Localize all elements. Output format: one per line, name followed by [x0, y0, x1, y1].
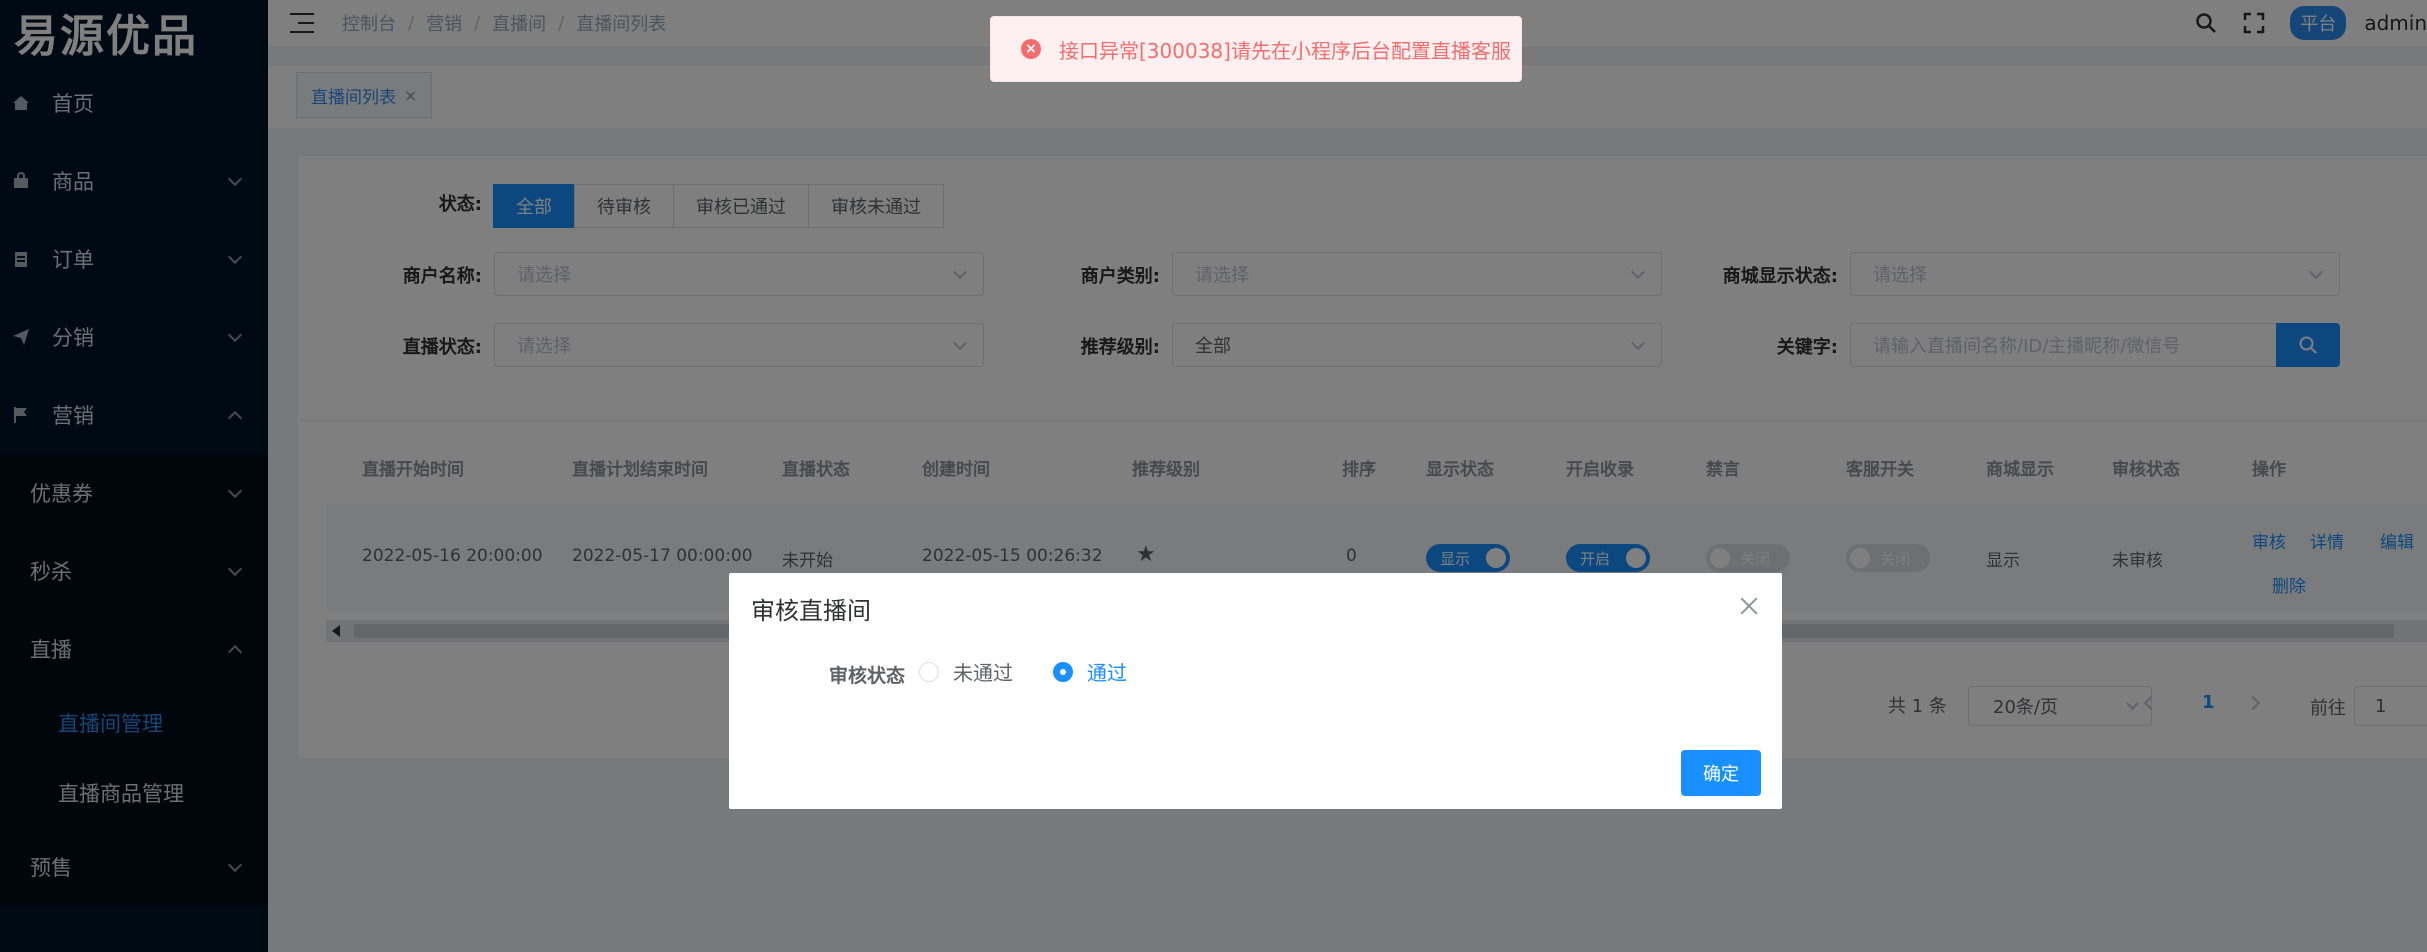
audit-status-label: 审核状态 [829, 665, 906, 687]
radio-label: 未通过 [953, 661, 1013, 685]
radio-label: 通过 [1087, 661, 1127, 685]
radio-circle [919, 661, 939, 682]
toast-message: 接口异常[300038]请先在小程序后台配置直播客服 [1059, 38, 1511, 63]
dialog-title: 审核直播间 [751, 597, 871, 625]
confirm-button[interactable]: 确定 [1681, 750, 1761, 796]
radio-approved[interactable]: 通过 [1053, 657, 1127, 686]
modal-overlay[interactable] [0, 0, 2427, 952]
error-icon: × [1021, 39, 1041, 59]
error-toast: × 接口异常[300038]请先在小程序后台配置直播客服 [990, 16, 1522, 82]
audit-dialog: 审核直播间 审核状态 未通过 通过 确定 [729, 573, 1782, 809]
radio-circle [1053, 661, 1073, 682]
radio-rejected[interactable]: 未通过 [919, 657, 1013, 686]
close-icon[interactable] [1738, 595, 1760, 617]
